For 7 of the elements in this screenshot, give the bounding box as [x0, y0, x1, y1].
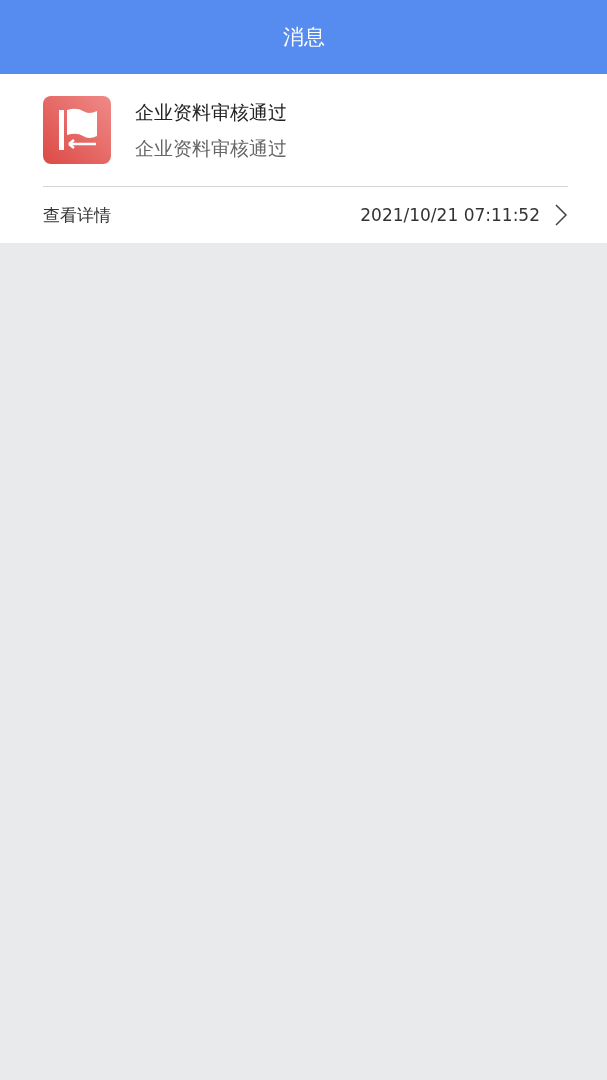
message-title: 企业资料审核通过	[135, 100, 287, 125]
flag-icon	[43, 96, 111, 164]
chevron-right-icon[interactable]	[554, 203, 568, 227]
message-time: 2021/10/21 07:11:52	[360, 205, 540, 225]
page-title: 消息	[282, 24, 325, 51]
view-details-link[interactable]: 查看详情	[43, 203, 347, 227]
message-body: 企业资料审核通过	[135, 136, 287, 161]
